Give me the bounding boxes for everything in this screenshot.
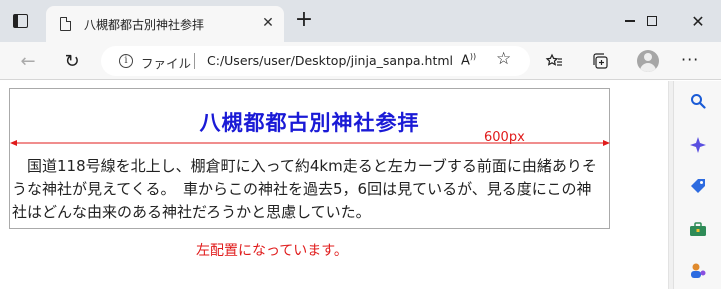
address-separator	[194, 53, 195, 69]
content-box: 八槻都都古別神社参拝 600px 国道118号線を北上し、棚倉町に入って約4km…	[9, 88, 610, 229]
file-label: ファイル	[141, 56, 192, 71]
arrow-left-icon: ←	[20, 50, 36, 72]
plus-icon: +	[294, 7, 314, 32]
browser-toolbar: ← ↻ i ファイル C:/Users/user/Desktop/jinja_s…	[0, 42, 721, 80]
tab-active[interactable]: 八槻都都古別神社参拝 ✕	[46, 6, 284, 42]
star-plus-icon[interactable]: ☆	[496, 49, 511, 69]
refresh-icon: ↻	[64, 50, 80, 72]
close-window-icon: ✕	[691, 11, 705, 31]
close-icon: ✕	[262, 15, 274, 31]
collections-icon[interactable]	[589, 50, 611, 72]
maximize-icon	[647, 16, 657, 26]
title-bar: 八槻都都古別神社参拝 ✕ + ✕	[0, 0, 721, 42]
more-icon[interactable]: ···	[681, 50, 699, 69]
new-tab-button[interactable]: +	[293, 7, 315, 32]
close-tab-button[interactable]: ✕	[258, 13, 278, 33]
search-icon[interactable]	[687, 90, 709, 112]
avatar-body	[640, 63, 656, 72]
body-text: 国道118号線を北上し、棚倉町に入って約4km走ると左カーブする前面に由緒ありそ…	[12, 157, 597, 221]
tab-actions-icon	[12, 14, 28, 28]
favorites-icon[interactable]	[543, 50, 565, 72]
browser-sidebar	[673, 81, 721, 289]
info-icon[interactable]: i	[119, 54, 133, 68]
width-label: 600px	[484, 130, 525, 145]
copilot-icon[interactable]	[687, 134, 709, 156]
tab-actions-button[interactable]	[8, 9, 32, 33]
page-icon	[60, 17, 71, 31]
tools-icon[interactable]	[687, 218, 709, 240]
address-bar[interactable]: i ファイル C:/Users/user/Desktop/jinja_sanpa…	[101, 46, 530, 76]
body-paragraph: 国道118号線を北上し、棚倉町に入って約4km走ると左カーブする前面に由緒ありそ…	[10, 155, 610, 224]
page-viewport: 八槻都都古別神社参拝 600px 国道118号線を北上し、棚倉町に入って約4km…	[0, 81, 673, 289]
maximize-button[interactable]	[629, 6, 675, 36]
games-icon[interactable]	[687, 259, 709, 281]
shopping-tag-icon[interactable]	[687, 175, 709, 197]
tab-title: 八槻都都古別神社参拝	[84, 18, 205, 32]
refresh-button[interactable]: ↻	[59, 48, 85, 74]
alignment-note: 左配置になっています。	[196, 243, 348, 259]
read-aloud-icon[interactable]: A))	[461, 52, 476, 68]
back-button[interactable]: ←	[15, 48, 41, 74]
close-window-button[interactable]: ✕	[675, 6, 721, 36]
avatar-head	[644, 53, 652, 61]
profile-icon[interactable]	[637, 50, 659, 72]
url-text[interactable]: C:/Users/user/Desktop/jinja_sanpa.html	[207, 53, 453, 68]
